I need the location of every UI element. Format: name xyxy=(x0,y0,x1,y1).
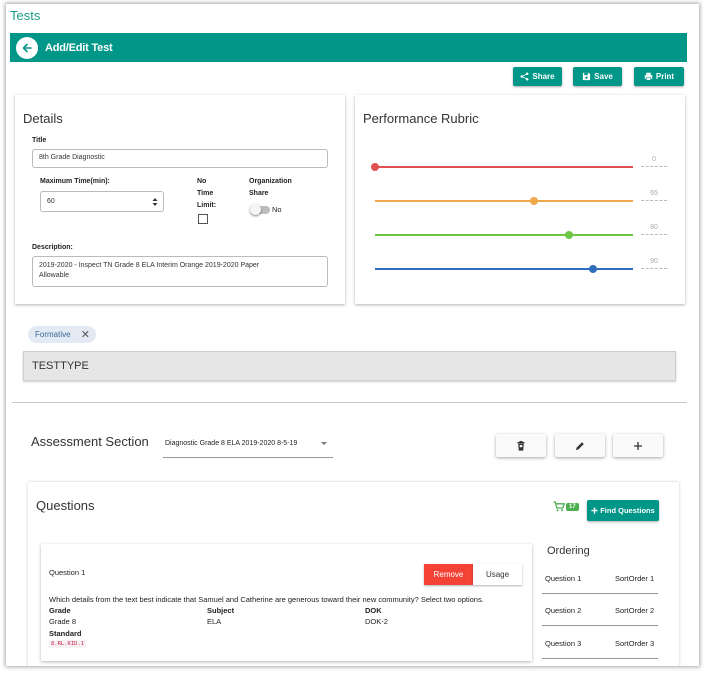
add-section-button[interactable] xyxy=(613,434,663,457)
print-button[interactable]: Print xyxy=(634,67,684,86)
toggle-knob xyxy=(250,204,261,215)
find-questions-label: Find Questions xyxy=(600,506,655,515)
questions-heading: Questions xyxy=(36,498,95,513)
cart-icon xyxy=(553,501,565,512)
title-label: Title xyxy=(32,137,47,144)
delete-section-button[interactable] xyxy=(496,434,546,457)
title-input[interactable]: 8th Grade Diagnostic xyxy=(32,149,328,168)
cart-count-badge: 17 xyxy=(566,502,579,511)
back-button[interactable] xyxy=(16,36,38,59)
max-time-label: Maximum Time(min): xyxy=(40,178,110,185)
ordering-question: Question 1 xyxy=(545,574,582,583)
rubric-slider-handle[interactable] xyxy=(565,230,574,239)
ordering-sort: SortOrder 3 xyxy=(615,639,655,648)
no-time-limit-label-1: No xyxy=(197,178,207,185)
max-time-input[interactable]: 60 xyxy=(40,191,164,212)
standard-label: Standard xyxy=(49,629,82,638)
print-icon xyxy=(644,72,653,81)
remove-question-button[interactable]: Remove xyxy=(424,564,473,585)
rubric-slider-track[interactable] xyxy=(375,200,633,202)
rubric-card: Performance Rubric 0 65 80 90 xyxy=(355,95,685,304)
question-text: Which details from the text best indicat… xyxy=(49,595,484,604)
page-title: Tests xyxy=(10,8,41,23)
add-icon xyxy=(634,441,642,450)
close-icon[interactable]: ✕ xyxy=(81,328,90,341)
description-line-1: 2019-2020 - Inspect TN Grade 8 ELA Inter… xyxy=(39,262,260,269)
description-input[interactable]: 2019-2020 - Inspect TN Grade 8 ELA Inter… xyxy=(32,256,328,287)
header-bar: Add/Edit Test xyxy=(10,33,687,62)
subject-label: Subject xyxy=(207,606,235,615)
share-button[interactable]: Share xyxy=(513,67,562,86)
standard-code: 8.RL.KID.1 xyxy=(49,640,87,648)
header-title: Add/Edit Test xyxy=(45,41,113,54)
ordering-heading: Ordering xyxy=(547,545,590,557)
caret-down-icon xyxy=(321,442,327,445)
question-cart[interactable]: 17 xyxy=(553,501,579,512)
save-icon xyxy=(583,72,591,81)
edit-section-button[interactable] xyxy=(555,434,605,457)
grade-value: Grade 8 xyxy=(49,617,77,626)
section-divider xyxy=(12,402,687,403)
share-icon xyxy=(520,72,529,81)
test-type-bar[interactable]: TESTTYPE xyxy=(23,351,676,381)
assessment-selected: Diagnostic Grade 8 ELA 2019-2020 8-5-19 xyxy=(165,440,298,447)
rubric-slider-handle[interactable] xyxy=(589,264,598,273)
test-type-value: TESTTYPE xyxy=(32,360,89,372)
usage-button[interactable]: Usage xyxy=(473,564,522,585)
org-share-toggle[interactable] xyxy=(250,204,270,215)
ordering-sort: SortOrder 2 xyxy=(615,606,655,615)
rubric-slider-track[interactable] xyxy=(375,234,633,236)
test-type-chip[interactable]: Formative ✕ xyxy=(28,326,96,343)
no-time-limit-label-2: Time xyxy=(197,190,214,197)
share-label: Share xyxy=(532,72,555,81)
ordering-row[interactable]: Question 2 SortOrder 2 xyxy=(542,593,658,626)
save-label: Save xyxy=(594,72,613,81)
org-share-value: No xyxy=(272,205,282,214)
ordering-question: Question 3 xyxy=(545,639,582,648)
ordering-sort: SortOrder 1 xyxy=(615,574,655,583)
rubric-slider-track[interactable] xyxy=(375,166,633,168)
grade-label: Grade xyxy=(49,606,71,615)
ordering-row[interactable]: Question 1 SortOrder 1 xyxy=(542,561,658,594)
chip-label: Formative xyxy=(35,330,71,339)
no-time-limit-checkbox[interactable] xyxy=(198,214,208,224)
number-spinner-icon[interactable] xyxy=(152,197,158,207)
details-card: Details Title 8th Grade Diagnostic Maxim… xyxy=(15,95,345,304)
ordering-row[interactable]: Question 3 SortOrder 3 xyxy=(542,626,658,659)
back-arrow-icon xyxy=(22,43,32,52)
max-time-value: 60 xyxy=(47,198,55,205)
ordering-question: Question 2 xyxy=(545,606,582,615)
dok-label: DOK xyxy=(365,606,382,615)
assessment-section-select[interactable]: Diagnostic Grade 8 ELA 2019-2020 8-5-19 xyxy=(163,436,333,458)
subject-value: ELA xyxy=(207,617,222,626)
rubric-heading: Performance Rubric xyxy=(363,111,479,126)
dok-value: DOK-2 xyxy=(365,617,388,626)
description-line-2: Allowable xyxy=(39,272,69,279)
rubric-level-value[interactable]: 65 xyxy=(641,190,667,201)
rubric-slider-handle[interactable] xyxy=(371,162,379,171)
assessment-section-label: Assessment Section xyxy=(31,434,149,449)
rubric-slider-handle[interactable] xyxy=(529,196,538,205)
no-time-limit-label-3: Limit: xyxy=(197,202,217,209)
plus-icon xyxy=(591,507,598,514)
org-share-label-1: Organization xyxy=(249,178,292,185)
rubric-level-value[interactable]: 80 xyxy=(641,224,667,235)
rubric-level-value[interactable]: 0 xyxy=(641,156,667,167)
question-name: Question 1 xyxy=(49,568,86,577)
rubric-level-value[interactable]: 90 xyxy=(641,258,667,269)
edit-icon xyxy=(576,441,584,450)
save-button[interactable]: Save xyxy=(573,67,622,86)
details-heading: Details xyxy=(23,111,63,126)
app-window: Tests Add/Edit Test Share Save Print Det… xyxy=(6,4,699,666)
org-share-label-2: Share xyxy=(249,190,269,197)
description-label: Description: xyxy=(32,244,73,251)
find-questions-button[interactable]: Find Questions xyxy=(587,500,659,521)
print-label: Print xyxy=(655,72,675,81)
delete-icon xyxy=(517,440,525,451)
question-item: Question 1 Remove Usage Which details fr… xyxy=(41,544,532,661)
